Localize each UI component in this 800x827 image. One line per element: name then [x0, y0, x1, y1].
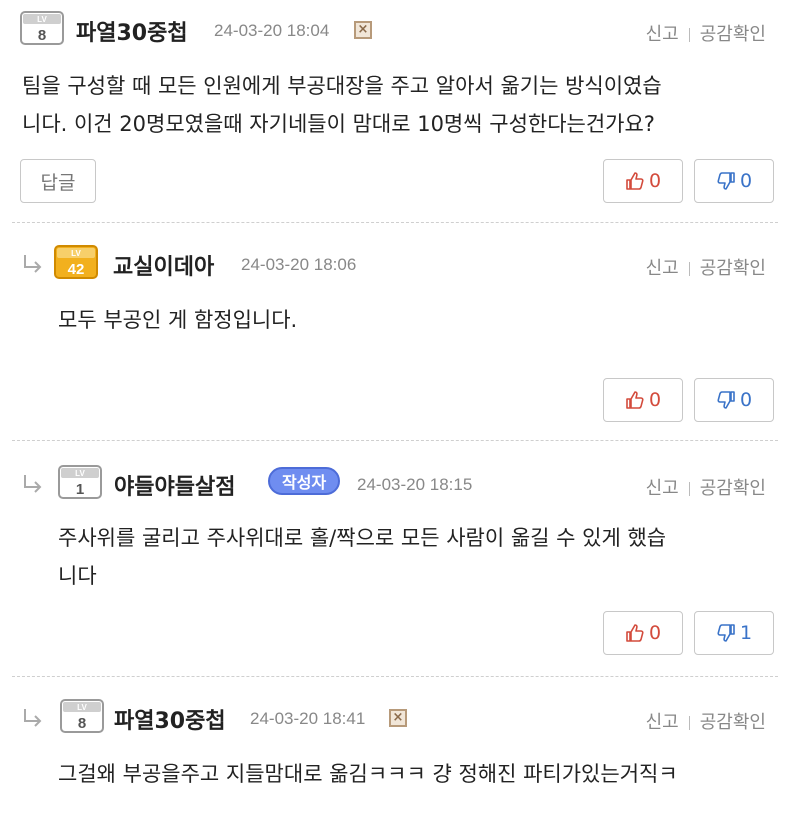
nickname[interactable]: 파열30중첩 — [114, 703, 226, 735]
comment-4: LV 8 파열30중첩 24-03-20 18:41 × 신고 공감확인 그걸왜 … — [0, 676, 800, 827]
divider — [688, 482, 690, 496]
comment-date: 24-03-20 18:41 — [250, 709, 366, 728]
empathy-check-link[interactable]: 공감확인 — [700, 24, 766, 45]
divider — [688, 28, 690, 42]
svg-text:LV: LV — [77, 703, 87, 712]
block-icon[interactable]: × — [354, 21, 372, 39]
thumbs-down-icon — [717, 391, 735, 409]
svg-text:LV: LV — [75, 469, 85, 478]
dislike-button[interactable]: 0 — [694, 159, 774, 203]
dislike-button[interactable]: 1 — [694, 611, 774, 655]
comment-actions: 신고 공감확인 — [646, 474, 766, 500]
nickname[interactable]: 교실이데아 — [113, 249, 214, 281]
nickname[interactable]: 야들야들살점 — [114, 469, 235, 501]
level-number: 8 — [78, 715, 86, 732]
level-badge-icon: LV 1 — [58, 465, 102, 499]
like-count: 0 — [648, 389, 662, 411]
comment-actions: 신고 공감확인 — [646, 708, 766, 734]
comment-text: 모두 부공인 게 함정입니다. — [58, 308, 298, 332]
like-count: 0 — [648, 170, 662, 192]
level-number: 1 — [76, 481, 84, 498]
level-badge-icon: LV 8 — [20, 11, 64, 45]
reply-button[interactable]: 답글 — [20, 159, 96, 203]
report-link[interactable]: 신고 — [646, 712, 679, 733]
dislike-count: 0 — [739, 389, 753, 411]
report-link[interactable]: 신고 — [646, 24, 679, 45]
comment-text: 그걸왜 부공을주고 지들맘대로 옮김ㅋㅋㅋ 걍 정해진 파티가있는거직ㅋ — [58, 762, 678, 786]
thumbs-down-icon — [717, 172, 735, 190]
like-count: 0 — [648, 622, 662, 644]
nickname[interactable]: 파열30중첩 — [76, 15, 188, 47]
comment-actions: 신고 공감확인 — [646, 20, 766, 46]
svg-text:LV: LV — [71, 249, 81, 258]
comment-3: LV 1 야들야들살점 작성자 24-03-20 18:15 신고 공감확인 주사… — [0, 440, 800, 676]
thumbs-up-icon — [626, 172, 644, 190]
report-link[interactable]: 신고 — [646, 258, 679, 279]
svg-text:LV: LV — [37, 15, 47, 24]
level-badge-icon: LV 42 — [54, 245, 98, 279]
like-button[interactable]: 0 — [603, 378, 683, 422]
divider — [688, 262, 690, 276]
comment-date: 24-03-20 18:04 — [214, 21, 330, 40]
thumbs-down-icon — [717, 624, 735, 642]
block-icon[interactable]: × — [389, 709, 407, 727]
divider — [688, 716, 690, 730]
thumbs-up-icon — [626, 624, 644, 642]
comment-text: 주사위를 굴리고 주사위대로 홀/짝으로 모든 사람이 옮길 수 있게 했습 니… — [58, 526, 667, 588]
comment-1: LV 8 파열30중첩 24-03-20 18:04 × 신고 공감확인 팀을 구… — [0, 0, 800, 222]
reply-arrow-icon — [24, 255, 42, 273]
dislike-count: 0 — [739, 170, 753, 192]
comment-date: 24-03-20 18:06 — [241, 255, 357, 274]
empathy-check-link[interactable]: 공감확인 — [700, 478, 766, 499]
reply-arrow-icon — [24, 475, 42, 493]
empathy-check-link[interactable]: 공감확인 — [700, 258, 766, 279]
reply-label: 답글 — [40, 171, 76, 194]
thumbs-up-icon — [626, 391, 644, 409]
reply-arrow-icon — [24, 709, 42, 727]
like-button[interactable]: 0 — [603, 159, 683, 203]
dislike-button[interactable]: 0 — [694, 378, 774, 422]
author-badge: 작성자 — [268, 467, 341, 495]
empathy-check-link[interactable]: 공감확인 — [700, 712, 766, 733]
comment-date: 24-03-20 18:15 — [357, 475, 473, 494]
comment-text: 팀을 구성할 때 모든 인원에게 부공대장을 주고 알아서 옮기는 방식이였습 … — [22, 74, 662, 136]
dislike-count: 1 — [739, 622, 753, 644]
like-button[interactable]: 0 — [603, 611, 683, 655]
report-link[interactable]: 신고 — [646, 478, 679, 499]
comment-actions: 신고 공감확인 — [646, 254, 766, 280]
level-number: 42 — [68, 261, 85, 278]
level-number: 8 — [38, 27, 46, 44]
level-badge-icon: LV 8 — [60, 699, 104, 733]
comment-2: LV 42 교실이데아 24-03-20 18:06 신고 공감확인 모두 부공인… — [0, 222, 800, 440]
